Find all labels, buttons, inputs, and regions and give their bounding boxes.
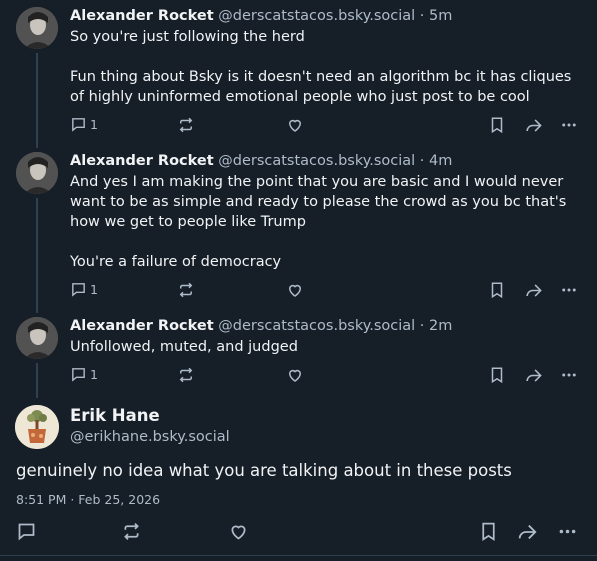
repost-icon bbox=[179, 117, 193, 133]
bookmark-button[interactable] bbox=[488, 116, 506, 134]
repost-icon bbox=[179, 282, 193, 298]
post-time[interactable]: 4m bbox=[429, 153, 452, 169]
reply-post[interactable]: Alexander Rocket @derscatstacos.bsky.soc… bbox=[0, 0, 597, 148]
share-button[interactable] bbox=[516, 521, 538, 543]
share-button[interactable] bbox=[524, 281, 543, 300]
author-handle[interactable]: @derscatstacos.bsky.social bbox=[218, 318, 415, 334]
post-actions: 1 bbox=[0, 366, 597, 386]
share-icon bbox=[518, 524, 537, 540]
main-post: Erik Hane @erikhane.bsky.social genuinel… bbox=[0, 401, 597, 551]
avatar[interactable] bbox=[15, 405, 59, 449]
like-icon bbox=[231, 525, 246, 540]
more-icon bbox=[562, 373, 576, 377]
share-button[interactable] bbox=[524, 366, 543, 385]
more-button[interactable] bbox=[557, 521, 578, 542]
share-button[interactable] bbox=[524, 116, 543, 135]
like-button[interactable] bbox=[286, 281, 304, 299]
repost-icon bbox=[179, 367, 193, 383]
reply-icon bbox=[18, 523, 35, 541]
bookmark-icon bbox=[491, 117, 503, 134]
repost-button[interactable] bbox=[121, 521, 142, 542]
post-header: Alexander Rocket @derscatstacos.bsky.soc… bbox=[70, 6, 577, 26]
bookmark-button[interactable] bbox=[488, 281, 506, 299]
post-time[interactable]: 5m bbox=[429, 8, 452, 24]
repost-button[interactable] bbox=[177, 366, 195, 384]
reply-count: 1 bbox=[90, 117, 98, 132]
reply-button[interactable]: 1 bbox=[70, 366, 98, 383]
bookmark-button[interactable] bbox=[488, 366, 506, 384]
post-text: And yes I am making the point that you a… bbox=[70, 172, 577, 272]
author-name[interactable]: Alexander Rocket bbox=[70, 318, 214, 334]
more-button[interactable] bbox=[560, 366, 578, 384]
separator: · bbox=[415, 8, 429, 24]
post-text: So you're just following the herd Fun th… bbox=[70, 27, 577, 107]
post-header: Alexander Rocket @derscatstacos.bsky.soc… bbox=[70, 151, 577, 171]
post-paragraph: Fun thing about Bsky is it doesn't need … bbox=[70, 69, 572, 105]
repost-button[interactable] bbox=[177, 116, 195, 134]
reply-button[interactable]: 1 bbox=[70, 116, 98, 133]
like-icon bbox=[288, 119, 302, 132]
author-name[interactable]: Alexander Rocket bbox=[70, 153, 214, 169]
post-time[interactable]: 2m bbox=[429, 318, 452, 334]
reply-post[interactable]: Alexander Rocket @derscatstacos.bsky.soc… bbox=[0, 313, 597, 398]
like-button[interactable] bbox=[228, 521, 249, 542]
avatar[interactable] bbox=[16, 7, 58, 49]
author-handle[interactable]: @erikhane.bsky.social bbox=[70, 429, 230, 445]
reply-icon bbox=[72, 368, 85, 382]
more-icon bbox=[562, 123, 576, 127]
avatar[interactable] bbox=[16, 317, 58, 359]
post-actions bbox=[0, 521, 597, 545]
author-handle[interactable]: @derscatstacos.bsky.social bbox=[218, 153, 415, 169]
separator: · bbox=[415, 318, 429, 334]
post-paragraph: So you're just following the herd bbox=[70, 29, 305, 45]
like-icon bbox=[288, 369, 302, 382]
author-name[interactable]: Alexander Rocket bbox=[70, 8, 214, 24]
reply-count: 1 bbox=[90, 367, 98, 382]
post-timestamp[interactable]: 8:51 PM · Feb 25, 2026 bbox=[16, 492, 160, 507]
avatar[interactable] bbox=[16, 152, 58, 194]
more-icon bbox=[562, 288, 576, 292]
divider bbox=[0, 555, 597, 556]
author-handle[interactable]: @derscatstacos.bsky.social bbox=[218, 8, 415, 24]
post-actions: 1 bbox=[0, 116, 597, 136]
post-paragraph: Unfollowed, muted, and judged bbox=[70, 339, 298, 355]
post-text: Unfollowed, muted, and judged bbox=[70, 337, 577, 357]
like-icon bbox=[288, 284, 302, 297]
bookmark-icon bbox=[491, 282, 503, 299]
bookmark-icon bbox=[482, 522, 495, 542]
reply-icon bbox=[72, 283, 85, 297]
post-paragraph: You're a failure of democracy bbox=[70, 254, 282, 270]
reply-post[interactable]: Alexander Rocket @derscatstacos.bsky.soc… bbox=[0, 148, 597, 313]
like-button[interactable] bbox=[286, 116, 304, 134]
more-button[interactable] bbox=[560, 281, 578, 299]
post-actions: 1 bbox=[0, 281, 597, 301]
post-text: genuinely no idea what you are talking a… bbox=[16, 461, 512, 480]
share-icon bbox=[526, 369, 542, 382]
share-icon bbox=[526, 119, 542, 132]
post-paragraph: And yes I am making the point that you a… bbox=[70, 174, 567, 230]
author-name[interactable]: Erik Hane bbox=[70, 406, 160, 425]
share-icon bbox=[526, 284, 542, 297]
like-button[interactable] bbox=[286, 366, 304, 384]
post-header: Alexander Rocket @derscatstacos.bsky.soc… bbox=[70, 316, 577, 336]
bookmark-button[interactable] bbox=[478, 521, 499, 542]
more-button[interactable] bbox=[560, 116, 578, 134]
bookmark-icon bbox=[491, 367, 503, 384]
more-icon bbox=[559, 529, 576, 534]
reply-icon bbox=[72, 118, 85, 132]
repost-button[interactable] bbox=[177, 281, 195, 299]
reply-count: 1 bbox=[90, 282, 98, 297]
reply-button[interactable]: 1 bbox=[70, 281, 98, 298]
repost-icon bbox=[124, 523, 139, 540]
reply-button[interactable] bbox=[16, 521, 37, 542]
separator: · bbox=[415, 153, 429, 169]
